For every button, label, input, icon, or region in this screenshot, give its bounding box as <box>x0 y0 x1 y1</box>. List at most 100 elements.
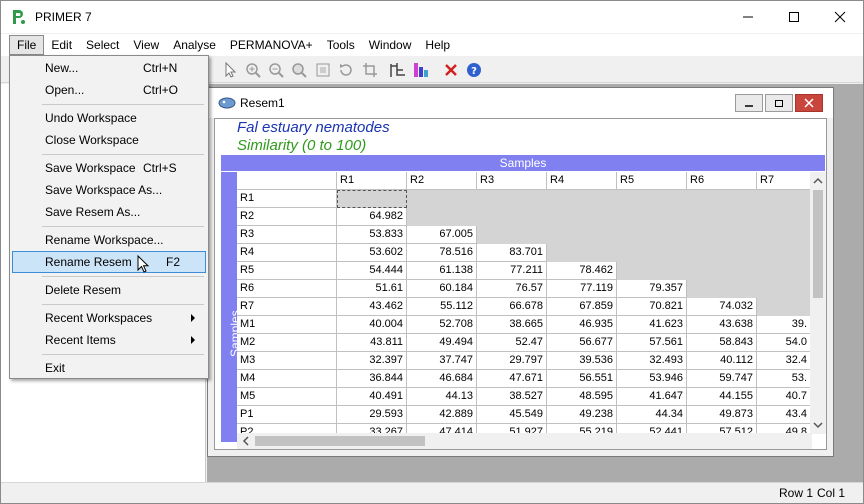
empty-matrix-cell[interactable] <box>407 208 477 226</box>
matrix-cell[interactable]: 29.797 <box>477 352 547 370</box>
menu-analyse[interactable]: Analyse <box>166 35 223 55</box>
maximize-button[interactable] <box>771 1 817 33</box>
child-title-bar[interactable]: Resem1 <box>208 88 833 118</box>
menu-exit[interactable]: Exit <box>12 357 206 379</box>
matrix-cell[interactable]: 29.593 <box>337 406 407 424</box>
row-header[interactable]: R1 <box>237 190 337 208</box>
empty-matrix-cell[interactable] <box>757 298 811 316</box>
empty-matrix-cell[interactable] <box>617 208 687 226</box>
row-header[interactable]: R7 <box>237 298 337 316</box>
row-header[interactable]: P1 <box>237 406 337 424</box>
close-button[interactable] <box>817 1 863 33</box>
tree-icon[interactable] <box>389 61 407 79</box>
empty-matrix-cell[interactable] <box>617 226 687 244</box>
horizontal-scrollbar[interactable] <box>237 433 812 449</box>
matrix-cell[interactable]: 59.747 <box>687 370 757 388</box>
matrix-cell[interactable]: 78.462 <box>547 262 617 280</box>
matrix-cell[interactable]: 37.747 <box>407 352 477 370</box>
row-header[interactable]: R2 <box>237 208 337 226</box>
matrix-cell[interactable]: 61.138 <box>407 262 477 280</box>
minimize-button[interactable] <box>725 1 771 33</box>
empty-matrix-cell[interactable] <box>477 190 547 208</box>
matrix-cell[interactable]: 67.005 <box>407 226 477 244</box>
row-header[interactable]: M4 <box>237 370 337 388</box>
matrix-cell[interactable]: 45.549 <box>477 406 547 424</box>
row-header[interactable]: M1 <box>237 316 337 334</box>
matrix-cell[interactable]: 40.7 <box>757 388 811 406</box>
empty-matrix-cell[interactable] <box>407 190 477 208</box>
column-header[interactable]: R3 <box>477 172 547 190</box>
menu-open[interactable]: Open... Ctrl+O <box>12 79 206 101</box>
menu-window[interactable]: Window <box>362 35 419 55</box>
matrix-cell[interactable]: 49.238 <box>547 406 617 424</box>
menu-recent-workspaces[interactable]: Recent Workspaces <box>12 307 206 329</box>
matrix-cell[interactable]: 55.112 <box>407 298 477 316</box>
matrix-cell[interactable]: 46.935 <box>547 316 617 334</box>
matrix-cell[interactable]: 58.843 <box>687 334 757 352</box>
matrix-cell[interactable]: 47.671 <box>477 370 547 388</box>
menu-permanova[interactable]: PERMANOVA+ <box>223 35 320 55</box>
empty-matrix-cell[interactable] <box>477 208 547 226</box>
select-icon[interactable] <box>221 61 239 79</box>
grid-corner-cell[interactable] <box>237 172 337 190</box>
matrix-cell[interactable]: 56.677 <box>547 334 617 352</box>
matrix-cell[interactable]: 48.595 <box>547 388 617 406</box>
matrix-cell[interactable]: 79.357 <box>617 280 687 298</box>
vertical-scroll-thumb[interactable] <box>813 190 823 298</box>
matrix-cell[interactable]: 52.47 <box>477 334 547 352</box>
matrix-cell[interactable]: 77.119 <box>547 280 617 298</box>
menu-close-workspace[interactable]: Close Workspace <box>12 129 206 151</box>
empty-matrix-cell[interactable] <box>757 280 811 298</box>
matrix-cell[interactable]: 78.516 <box>407 244 477 262</box>
empty-matrix-cell[interactable] <box>687 280 757 298</box>
matrix-cell[interactable]: 40.004 <box>337 316 407 334</box>
child-close-button[interactable] <box>795 94 823 112</box>
menu-edit[interactable]: Edit <box>44 35 79 55</box>
matrix-cell[interactable]: 49.873 <box>687 406 757 424</box>
matrix-cell[interactable]: 83.701 <box>477 244 547 262</box>
matrix-cell[interactable]: 53.946 <box>617 370 687 388</box>
menu-new[interactable]: New... Ctrl+N <box>12 57 206 79</box>
matrix-cell[interactable]: 67.859 <box>547 298 617 316</box>
matrix-cell[interactable]: 41.647 <box>617 388 687 406</box>
matrix-cell[interactable]: 46.684 <box>407 370 477 388</box>
matrix-cell[interactable]: 40.491 <box>337 388 407 406</box>
matrix-cell[interactable]: 70.821 <box>617 298 687 316</box>
empty-matrix-cell[interactable] <box>477 226 547 244</box>
crop-icon[interactable] <box>361 61 379 79</box>
empty-matrix-cell[interactable] <box>757 244 811 262</box>
matrix-cell[interactable]: 36.844 <box>337 370 407 388</box>
child-minimize-button[interactable] <box>735 94 763 112</box>
matrix-cell[interactable]: 56.551 <box>547 370 617 388</box>
matrix-cell[interactable]: 54.0 <box>757 334 811 352</box>
matrix-cell[interactable]: 53. <box>757 370 811 388</box>
frame-icon[interactable] <box>314 61 332 79</box>
matrix-cell[interactable]: 44.34 <box>617 406 687 424</box>
empty-matrix-cell[interactable] <box>617 190 687 208</box>
matrix-cell[interactable]: 38.665 <box>477 316 547 334</box>
matrix-cell[interactable]: 54.444 <box>337 262 407 280</box>
vertical-scrollbar[interactable] <box>810 172 826 434</box>
empty-matrix-cell[interactable] <box>617 244 687 262</box>
empty-matrix-cell[interactable] <box>687 226 757 244</box>
matrix-cell[interactable]: 53.833 <box>337 226 407 244</box>
column-header[interactable]: R5 <box>617 172 687 190</box>
matrix-cell[interactable]: 43.4 <box>757 406 811 424</box>
column-header[interactable]: R7 <box>757 172 811 190</box>
matrix-cell[interactable]: 77.211 <box>477 262 547 280</box>
row-header[interactable]: M2 <box>237 334 337 352</box>
row-header[interactable]: M3 <box>237 352 337 370</box>
rotate-icon[interactable] <box>337 61 355 79</box>
row-header[interactable]: R6 <box>237 280 337 298</box>
matrix-cell[interactable]: 51.61 <box>337 280 407 298</box>
menu-save-workspace[interactable]: Save Workspace Ctrl+S <box>12 157 206 179</box>
resem-child-window[interactable]: Resem1 Fal estuary nematodes Similarity … <box>207 87 834 457</box>
empty-matrix-cell[interactable] <box>547 244 617 262</box>
menu-rename-resem[interactable]: Rename Resem F2 <box>12 251 206 273</box>
matrix-cell[interactable]: 32.4 <box>757 352 811 370</box>
row-header[interactable]: R5 <box>237 262 337 280</box>
color-chart-icon[interactable] <box>412 61 430 79</box>
matrix-cell[interactable]: 74.032 <box>687 298 757 316</box>
matrix-cell[interactable]: 64.982 <box>337 208 407 226</box>
matrix-cell[interactable]: 39.536 <box>547 352 617 370</box>
